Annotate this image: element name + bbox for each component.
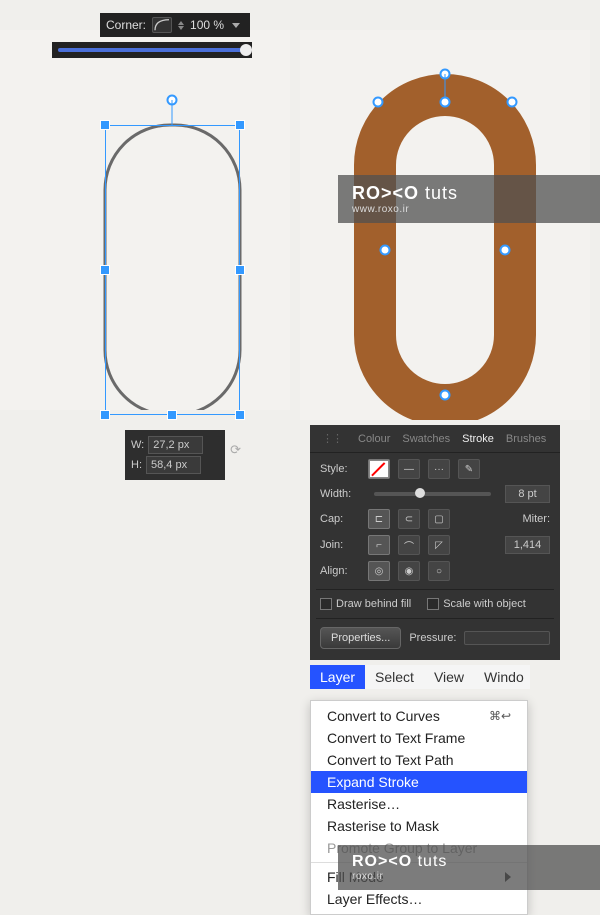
- width-input[interactable]: 27,2 px: [148, 436, 203, 454]
- anchor-tl[interactable]: [100, 120, 110, 130]
- bounding-box[interactable]: [105, 125, 240, 415]
- corner-label: Corner:: [106, 18, 146, 32]
- canvas-left: [0, 30, 290, 410]
- tab-swatches[interactable]: Swatches: [398, 431, 454, 447]
- join-label: Join:: [320, 539, 360, 551]
- anchor-ml2[interactable]: [380, 245, 391, 256]
- watermark-1: RO><O tuts www.roxo.ir: [338, 175, 600, 223]
- anchor-br[interactable]: [235, 410, 245, 420]
- cap-round-button[interactable]: ⊂: [398, 509, 420, 529]
- align-center-button[interactable]: ◎: [368, 561, 390, 581]
- anchor-tl2[interactable]: [373, 97, 384, 108]
- join-miter-button[interactable]: ⌐: [368, 535, 390, 555]
- anchor-bm[interactable]: [167, 410, 177, 420]
- slider-thumb[interactable]: [240, 44, 252, 56]
- width-slider[interactable]: [374, 492, 491, 496]
- menu-rasterise[interactable]: Rasterise…: [311, 793, 527, 815]
- menu-convert-curves[interactable]: Convert to Curves⌘↩: [311, 705, 527, 727]
- anchor-mr2[interactable]: [500, 245, 511, 256]
- chevron-down-icon[interactable]: [232, 23, 240, 28]
- tab-brushes[interactable]: Brushes: [502, 431, 550, 447]
- menu-layer[interactable]: Layer: [310, 665, 365, 689]
- miter-label: Miter:: [523, 513, 551, 525]
- stroke-panel: ⋮⋮ Colour Swatches Stroke Brushes Style:…: [310, 425, 560, 660]
- panel-grip-icon[interactable]: ⋮⋮: [318, 430, 346, 447]
- size-panel: W:27,2 px H:58,4 px ⟳: [125, 430, 225, 480]
- anchor-tr[interactable]: [235, 120, 245, 130]
- corner-type-button[interactable]: [152, 17, 172, 33]
- anchor-ml[interactable]: [100, 265, 110, 275]
- w-label: W:: [131, 439, 144, 451]
- align-inside-button[interactable]: ◉: [398, 561, 420, 581]
- menu-window[interactable]: Windo: [474, 665, 534, 689]
- cap-square-button[interactable]: ▢: [428, 509, 450, 529]
- canvas-right: [300, 30, 590, 420]
- link-icon[interactable]: ⟳: [230, 442, 241, 458]
- anchor-tr2[interactable]: [507, 97, 518, 108]
- width-label: Width:: [320, 488, 360, 500]
- corner-stepper[interactable]: [178, 21, 184, 30]
- corner-slider[interactable]: [52, 42, 252, 58]
- properties-button[interactable]: Properties...: [320, 627, 401, 649]
- style-dash-button[interactable]: ···: [428, 459, 450, 479]
- menu-view[interactable]: View: [424, 665, 474, 689]
- align-outside-button[interactable]: ○: [428, 561, 450, 581]
- pressure-label: Pressure:: [409, 632, 456, 644]
- miter-value-input[interactable]: 1,414: [505, 536, 550, 554]
- anchor-bl[interactable]: [100, 410, 110, 420]
- cap-butt-button[interactable]: ⊏: [368, 509, 390, 529]
- h-label: H:: [131, 459, 142, 471]
- height-input[interactable]: 58,4 px: [146, 456, 201, 474]
- scale-with-object-checkbox[interactable]: Scale with object: [427, 598, 526, 610]
- style-none-button[interactable]: [368, 459, 390, 479]
- menu-expand-stroke[interactable]: Expand Stroke: [311, 771, 527, 793]
- anchor-mr[interactable]: [235, 265, 245, 275]
- style-brush-button[interactable]: ✎: [458, 459, 480, 479]
- menu-layer-effects[interactable]: Layer Effects…: [311, 888, 527, 910]
- watermark-2: RO><O tuts roxo.ir: [338, 845, 600, 890]
- join-round-button[interactable]: ⌒: [398, 535, 420, 555]
- join-bevel-button[interactable]: ◸: [428, 535, 450, 555]
- corner-percent: 100 %: [190, 18, 224, 32]
- menu-bar: Layer Select View Windo: [310, 665, 530, 689]
- cap-label: Cap:: [320, 513, 360, 525]
- width-value-input[interactable]: 8 pt: [505, 485, 550, 503]
- panel-tabs: ⋮⋮ Colour Swatches Stroke Brushes: [310, 425, 560, 453]
- style-solid-button[interactable]: —: [398, 459, 420, 479]
- menu-convert-text-frame[interactable]: Convert to Text Frame: [311, 727, 527, 749]
- style-label: Style:: [320, 463, 360, 475]
- pressure-input[interactable]: [464, 631, 550, 645]
- tab-stroke[interactable]: Stroke: [458, 431, 498, 447]
- tab-colour[interactable]: Colour: [354, 431, 394, 447]
- draw-behind-checkbox[interactable]: Draw behind fill: [320, 598, 411, 610]
- align-label: Align:: [320, 565, 360, 577]
- menu-convert-text-path[interactable]: Convert to Text Path: [311, 749, 527, 771]
- menu-rasterise-mask[interactable]: Rasterise to Mask: [311, 815, 527, 837]
- anchor-bm2[interactable]: [440, 390, 451, 401]
- corner-toolbar: Corner: 100 %: [100, 13, 250, 37]
- menu-select[interactable]: Select: [365, 665, 424, 689]
- anchor-tm2[interactable]: [440, 97, 451, 108]
